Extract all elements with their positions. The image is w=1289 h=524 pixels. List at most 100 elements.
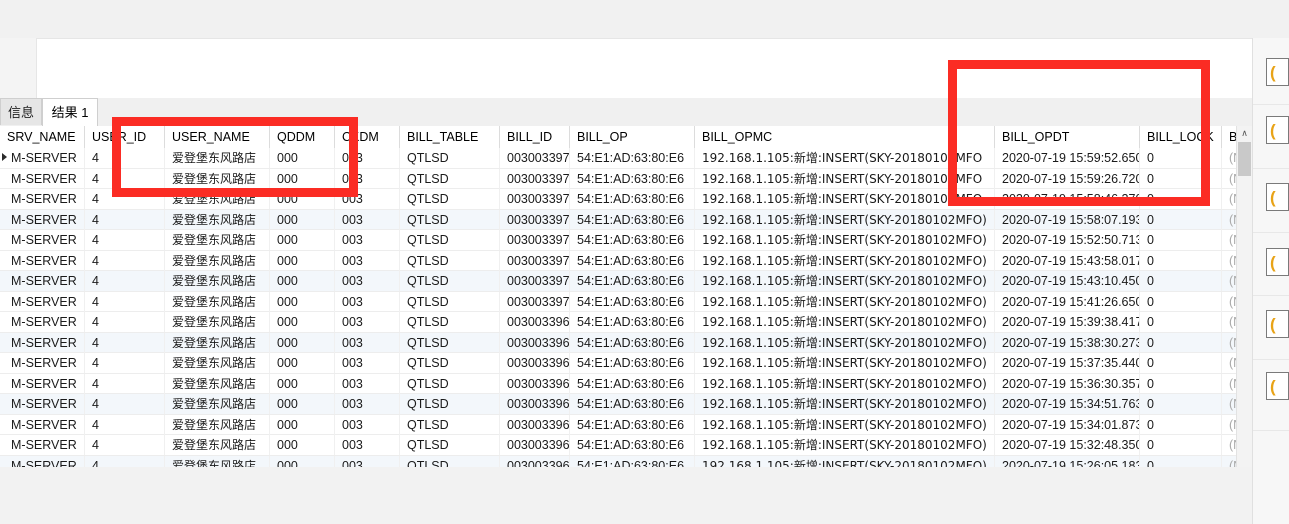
table-row[interactable]: M-SERVER 4 爱登堡东风路店 000 003 QTLSD 0030033973 54:… <box>0 230 1252 251</box>
cell-bill-opmc[interactable]: 192.168.1.105:新增:INSERT(SKY-20180102MFO) <box>695 271 995 291</box>
cell-user-id[interactable]: 4 <box>85 209 165 230</box>
tab-info[interactable]: 信息 <box>0 98 42 125</box>
cell-user-id[interactable]: 4 <box>85 332 165 353</box>
table-row[interactable]: M-SERVER 4 爱登堡东风路店 000 003 QTLSD 0030033976 54:… <box>0 168 1252 189</box>
cell-bill-op[interactable]: 54:E1:AD:63:80:E6 <box>570 435 695 455</box>
cell-bill-table[interactable]: QTLSD <box>400 373 500 394</box>
cell-user-name[interactable]: 爱登堡东风路店 <box>165 435 270 455</box>
cell-qddm[interactable]: 000 <box>270 394 335 414</box>
cell-user-name[interactable]: 爱登堡东风路店 <box>165 168 270 189</box>
cell-bill-op[interactable]: 54:E1:AD:63:80:E6 <box>570 189 695 209</box>
cell-ckdm[interactable]: 003 <box>335 332 400 353</box>
cell-bill-opmc[interactable]: 192.168.1.105:新增:INSERT(SKY-20180102MFO <box>695 148 995 168</box>
cell-bill-lock[interactable]: 0 <box>1140 271 1222 291</box>
cell-bill-op[interactable]: 54:E1:AD:63:80:E6 <box>570 250 695 271</box>
cell-srv-name[interactable]: M-SERVER <box>0 435 85 455</box>
cell-bill-opdt[interactable]: 2020-07-19 15:58:46.270 <box>995 189 1140 209</box>
cell-user-name[interactable]: 爱登堡东风路店 <box>165 394 270 414</box>
cell-bill-table[interactable]: QTLSD <box>400 250 500 271</box>
results-grid[interactable]: SRV_NAME USER_ID USER_NAME QDDM CKDM BILL_TAB… <box>0 126 1252 467</box>
cell-qddm[interactable]: 000 <box>270 373 335 394</box>
cell-bill-id[interactable]: 0030033969 <box>500 312 570 332</box>
cell-bill-op[interactable]: 54:E1:AD:63:80:E6 <box>570 373 695 394</box>
cell-bill-id[interactable]: 0030033973 <box>500 230 570 250</box>
cell-user-name[interactable]: 爱登堡东风路店 <box>165 209 270 230</box>
cell-bill-id[interactable]: 0030033962 <box>500 455 570 467</box>
rail-thumbnail-icon[interactable]: ( <box>1266 58 1289 86</box>
cell-qddm[interactable]: 000 <box>270 455 335 467</box>
cell-bill-id[interactable]: 0030033965 <box>500 394 570 414</box>
column-header-user-name[interactable]: USER_NAME <box>165 126 270 148</box>
cell-user-name[interactable]: 爱登堡东风路店 <box>165 271 270 291</box>
column-header-bill-opdt[interactable]: BILL_OPDT <box>995 126 1140 148</box>
grid-body[interactable]: M-SERVER 4 爱登堡东风路店 000 003 QTLSD 0030033977 54:… <box>0 148 1252 467</box>
cell-bill-opmc[interactable]: 192.168.1.105:新增:INSERT(SKY-20180102MFO <box>695 168 995 189</box>
cell-ckdm[interactable]: 003 <box>335 168 400 189</box>
cell-bill-opdt[interactable]: 2020-07-19 15:58:07.193 <box>995 209 1140 230</box>
column-header-user-id[interactable]: USER_ID <box>85 126 165 148</box>
cell-user-id[interactable]: 4 <box>85 394 165 414</box>
cell-user-name[interactable]: 爱登堡东风路店 <box>165 332 270 353</box>
cell-bill-lock[interactable]: 0 <box>1140 435 1222 455</box>
cell-bill-opmc[interactable]: 192.168.1.105:新增:INSERT(SKY-20180102MFO) <box>695 353 995 373</box>
cell-bill-table[interactable]: QTLSD <box>400 332 500 353</box>
cell-bill-opdt[interactable]: 2020-07-19 15:41:26.650 <box>995 291 1140 312</box>
cell-srv-name[interactable]: M-SERVER <box>0 312 85 332</box>
rail-thumbnail-icon[interactable]: ( <box>1266 372 1289 400</box>
cell-user-id[interactable]: 4 <box>85 353 165 373</box>
cell-user-name[interactable]: 爱登堡东风路店 <box>165 250 270 271</box>
cell-user-name[interactable]: 爱登堡东风路店 <box>165 312 270 332</box>
cell-bill-lock[interactable]: 0 <box>1140 312 1222 332</box>
table-row[interactable]: M-SERVER 4 爱登堡东风路店 000 003 QTLSD 0030033971 54:… <box>0 271 1252 292</box>
cell-user-name[interactable]: 爱登堡东风路店 <box>165 414 270 435</box>
cell-bill-id[interactable]: 0030033974 <box>500 209 570 230</box>
cell-bill-op[interactable]: 54:E1:AD:63:80:E6 <box>570 291 695 312</box>
cell-srv-name[interactable]: M-SERVER <box>0 291 85 312</box>
table-row[interactable]: M-SERVER 4 爱登堡东风路店 000 003 QTLSD 0030033969 54:… <box>0 312 1252 333</box>
cell-srv-name[interactable]: M-SERVER <box>0 168 85 189</box>
rail-thumbnail-icon[interactable]: ( <box>1266 183 1289 211</box>
cell-user-id[interactable]: 4 <box>85 312 165 332</box>
table-row[interactable]: M-SERVER 4 爱登堡东风路店 000 003 QTLSD 0030033968 54:… <box>0 332 1252 353</box>
cell-user-id[interactable]: 4 <box>85 435 165 455</box>
cell-qddm[interactable]: 000 <box>270 250 335 271</box>
cell-bill-opdt[interactable]: 2020-07-19 15:59:26.720 <box>995 168 1140 189</box>
cell-bill-op[interactable]: 54:E1:AD:63:80:E6 <box>570 353 695 373</box>
column-header-bill-table[interactable]: BILL_TABLE <box>400 126 500 148</box>
cell-bill-id[interactable]: 0030033963 <box>500 435 570 455</box>
cell-qddm[interactable]: 000 <box>270 209 335 230</box>
table-row[interactable]: M-SERVER 4 爱登堡东风路店 000 003 QTLSD 0030033972 54:… <box>0 250 1252 271</box>
cell-srv-name[interactable]: M-SERVER <box>0 271 85 291</box>
cell-qddm[interactable]: 000 <box>270 168 335 189</box>
cell-ckdm[interactable]: 003 <box>335 189 400 209</box>
cell-qddm[interactable]: 000 <box>270 332 335 353</box>
cell-ckdm[interactable]: 003 <box>335 291 400 312</box>
cell-bill-opmc[interactable]: 192.168.1.105:新增:INSERT(SKY-20180102MFO) <box>695 230 995 250</box>
cell-ckdm[interactable]: 003 <box>335 230 400 250</box>
cell-bill-table[interactable]: QTLSD <box>400 414 500 435</box>
cell-bill-id[interactable]: 0030033966 <box>500 373 570 394</box>
cell-srv-name[interactable]: M-SERVER <box>0 373 85 394</box>
cell-bill-id[interactable]: 0030033970 <box>500 291 570 312</box>
cell-ckdm[interactable]: 003 <box>335 353 400 373</box>
cell-ckdm[interactable]: 003 <box>335 271 400 291</box>
cell-qddm[interactable]: 000 <box>270 414 335 435</box>
column-header-bill-op[interactable]: BILL_OP <box>570 126 695 148</box>
cell-bill-table[interactable]: QTLSD <box>400 189 500 209</box>
cell-bill-lock[interactable]: 0 <box>1140 414 1222 435</box>
cell-ckdm[interactable]: 003 <box>335 250 400 271</box>
cell-bill-id[interactable]: 0030033977 <box>500 148 570 168</box>
cell-qddm[interactable]: 000 <box>270 148 335 168</box>
cell-bill-lock[interactable]: 0 <box>1140 230 1222 250</box>
cell-user-id[interactable]: 4 <box>85 250 165 271</box>
cell-bill-lock[interactable]: 0 <box>1140 455 1222 467</box>
cell-bill-opmc[interactable]: 192.168.1.105:新增:INSERT(SKY-20180102MFO) <box>695 394 995 414</box>
cell-qddm[interactable]: 000 <box>270 353 335 373</box>
cell-qddm[interactable]: 000 <box>270 291 335 312</box>
cell-user-id[interactable]: 4 <box>85 271 165 291</box>
cell-user-name[interactable]: 爱登堡东风路店 <box>165 148 270 168</box>
cell-bill-opmc[interactable]: 192.168.1.105:新增:INSERT(SKY-20180102MFO) <box>695 414 995 435</box>
cell-user-name[interactable]: 爱登堡东风路店 <box>165 189 270 209</box>
cell-bill-op[interactable]: 54:E1:AD:63:80:E6 <box>570 312 695 332</box>
cell-bill-table[interactable]: QTLSD <box>400 455 500 467</box>
